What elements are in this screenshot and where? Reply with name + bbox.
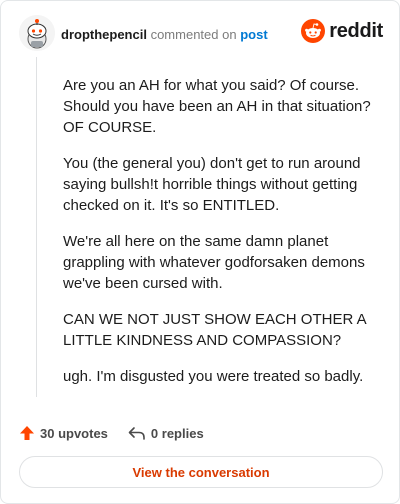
comment-paragraph: You (the general you) don't get to run a… [63,155,361,214]
comment-meta: dropthepencil commented on post [61,27,268,43]
username-link[interactable]: dropthepencil [61,27,147,42]
action-text: commented on [150,27,237,42]
comment-header: dropthepencil commented on post reddit [19,15,383,55]
brand-wordmark: reddit [329,19,383,42]
comment-footer: 30 upvotes 0 replies [19,422,224,444]
thread-line [36,57,37,397]
upvotes-stat[interactable]: 30 upvotes [19,425,108,441]
comment-embed-card: dropthepencil commented on post reddit A… [0,0,400,504]
replies-count: 0 replies [150,425,204,441]
comment-paragraph: CAN WE NOT JUST SHOW EACH OTHER A LITTLE… [63,311,366,349]
reddit-brand[interactable]: reddit [301,17,383,45]
comment-paragraph: ugh. I'm disgusted you were treated so b… [63,368,364,385]
reply-arrow-icon [128,427,145,440]
reddit-snoo-icon [301,19,326,43]
user-avatar[interactable] [19,15,55,51]
upvote-arrow-icon [20,426,34,440]
comment-paragraph: Are you an AH for what you said? Of cour… [63,77,371,136]
replies-stat[interactable]: 0 replies [128,425,204,441]
comment-paragraph: We're all here on the same damn planet g… [63,233,365,292]
view-conversation-button[interactable]: View the conversation [19,456,383,488]
post-link[interactable]: post [240,27,267,42]
upvotes-count: 30 upvotes [40,425,108,441]
snoo-avatar-icon [19,15,55,51]
comment-body: Are you an AH for what you said? Of cour… [63,75,381,402]
